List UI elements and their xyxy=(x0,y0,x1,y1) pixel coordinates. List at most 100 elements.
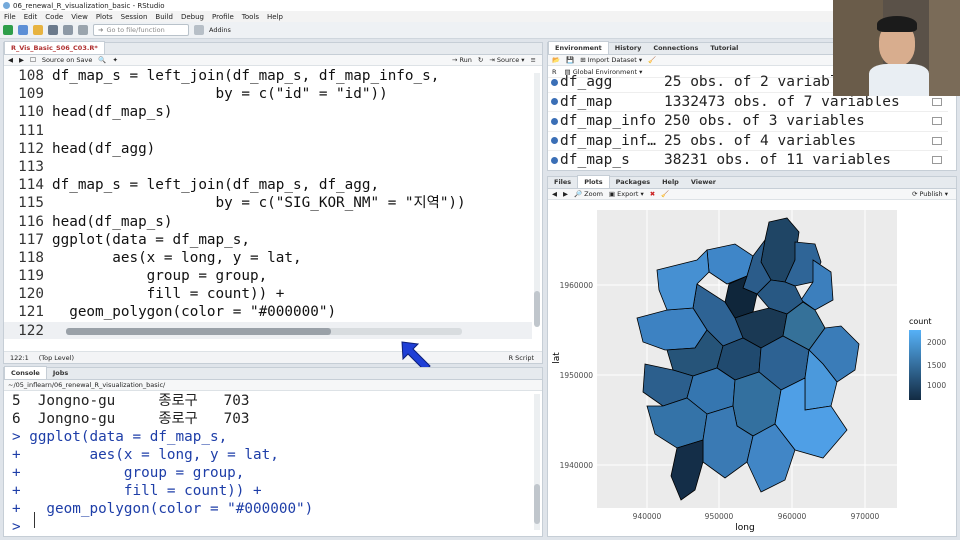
editor-tab[interactable]: R_Vis_Basic_S06_C03.R* xyxy=(4,41,105,54)
code-editor[interactable]: 108 df_map_s = left_join(df_map_s, df_map… xyxy=(4,67,532,339)
code-line[interactable]: 114 df_map_s = left_join(df_map_s, df_agg… xyxy=(4,176,532,194)
menu-debug[interactable]: Debug xyxy=(177,13,208,21)
rerun-icon[interactable]: ↻ xyxy=(478,56,483,64)
code-text: fill = count)) + xyxy=(52,286,285,303)
clear-plots-icon[interactable]: 🧹 xyxy=(661,190,669,198)
tab-packages[interactable]: Packages xyxy=(610,176,656,188)
tab-tutorial[interactable]: Tutorial xyxy=(704,42,744,54)
console-output[interactable]: 5 Jongno-gu 종로구 703 6 Jongno-gu 종로구 703 > … xyxy=(4,392,532,536)
legend-tick-label: 2000 xyxy=(927,338,946,347)
code-line[interactable]: 115 by = c("SIG_KOR_NM" = "지역")) xyxy=(4,194,532,212)
expand-icon[interactable] xyxy=(548,132,560,151)
code-line[interactable]: 112 head(df_agg) xyxy=(4,140,532,158)
tab-plots[interactable]: Plots xyxy=(577,175,610,188)
code-line[interactable]: 117 ggplot(data = df_map_s, xyxy=(4,231,532,249)
code-line[interactable]: 120 fill = count)) + xyxy=(4,285,532,303)
code-text: head(df_map_s) xyxy=(52,213,173,230)
tab-connections[interactable]: Connections xyxy=(647,42,704,54)
legend-title: count xyxy=(909,317,932,326)
tab-viewer[interactable]: Viewer xyxy=(685,176,722,188)
open-file-icon[interactable] xyxy=(33,25,43,35)
export-button[interactable]: ▣ Export ▾ xyxy=(609,190,644,198)
search-icon[interactable]: 🔍 xyxy=(98,56,106,64)
code-line[interactable]: 108 df_map_s = left_join(df_map_s, df_map… xyxy=(4,67,532,85)
code-line[interactable]: 121 geom_polygon(color = "#000000") xyxy=(4,303,532,321)
next-plot-icon[interactable]: ▶ xyxy=(563,190,568,198)
console-vertical-scrollbar[interactable] xyxy=(534,394,540,530)
menu-build[interactable]: Build xyxy=(151,13,177,21)
environment-row[interactable]: df_map_info 250 obs. of 3 variables xyxy=(548,112,948,132)
save-workspace-icon[interactable]: 💾 xyxy=(566,56,574,64)
print-icon[interactable] xyxy=(78,25,88,35)
code-line[interactable]: 110 head(df_map_s) xyxy=(4,103,532,121)
menu-plots[interactable]: Plots xyxy=(92,13,117,21)
code-line[interactable]: 113 xyxy=(4,158,532,176)
prev-plot-icon[interactable]: ◀ xyxy=(552,190,557,198)
tab-help[interactable]: Help xyxy=(656,176,685,188)
x-axis-label: long xyxy=(735,523,754,533)
code-line[interactable]: 118 aes(x = long, y = lat, xyxy=(4,249,532,267)
presenter-hair xyxy=(877,16,917,32)
expand-icon[interactable] xyxy=(548,93,560,112)
menu-tools[interactable]: Tools xyxy=(238,13,263,21)
outline-icon[interactable]: ≡ xyxy=(531,56,536,64)
environment-row[interactable]: df_map_inf… 25 obs. of 4 variables xyxy=(548,132,948,151)
environment-row[interactable]: df_map_s 38231 obs. of 11 variables xyxy=(548,151,948,170)
console-path[interactable]: ~/05_inflearn/06_renewal_R_visualization… xyxy=(8,381,165,389)
editor-tabstrip: R_Vis_Basic_S06_C03.R* xyxy=(4,41,542,55)
expand-icon[interactable] xyxy=(548,151,560,170)
save-icon[interactable] xyxy=(48,25,58,35)
goto-file-input[interactable]: ➜ Go to file/function xyxy=(93,24,189,36)
menu-session[interactable]: Session xyxy=(117,13,152,21)
tab-jobs[interactable]: Jobs xyxy=(47,367,74,379)
editor-horizontal-scrollbar[interactable] xyxy=(66,328,462,335)
menu-profile[interactable]: Profile xyxy=(208,13,238,21)
scope-indicator[interactable]: (Top Level) xyxy=(39,354,74,362)
console-line: 6 Jongno-gu 종로구 703 xyxy=(12,411,250,427)
variable-name: df_map xyxy=(560,93,613,110)
expand-icon[interactable] xyxy=(548,73,560,92)
code-line[interactable]: 116 head(df_map_s) xyxy=(4,213,532,231)
console-vscroll-thumb[interactable] xyxy=(534,484,540,524)
code-line[interactable]: 111 xyxy=(4,122,532,140)
remove-plot-icon[interactable]: ✖ xyxy=(650,190,655,198)
zoom-label: Zoom xyxy=(584,190,603,198)
code-text: head(df_agg) xyxy=(52,140,156,157)
view-grid-icon[interactable] xyxy=(932,136,942,145)
load-workspace-icon[interactable]: 📂 xyxy=(552,56,560,64)
menu-code[interactable]: Code xyxy=(41,13,67,21)
source-button[interactable]: ⇥ Source ▾ xyxy=(489,56,524,64)
tab-history[interactable]: History xyxy=(609,42,648,54)
tab-environment[interactable]: Environment xyxy=(548,41,609,54)
code-line[interactable]: 119 group = group, xyxy=(4,267,532,285)
source-on-save-checkbox[interactable]: ☐ xyxy=(30,56,36,64)
view-grid-icon[interactable] xyxy=(932,117,942,125)
menu-file[interactable]: File xyxy=(0,13,20,21)
forward-arrow-icon[interactable]: ▶ xyxy=(19,56,24,64)
publish-button[interactable]: ⟳ Publish ▾ xyxy=(912,190,948,198)
run-button[interactable]: → Run xyxy=(452,56,472,64)
view-grid-icon[interactable] xyxy=(932,156,942,164)
new-project-icon[interactable] xyxy=(18,25,28,35)
import-dataset-button[interactable]: ⊞ Import Dataset ▾ xyxy=(580,56,642,64)
tab-console[interactable]: Console xyxy=(4,366,47,379)
editor-vertical-scrollbar[interactable] xyxy=(534,73,540,327)
menu-help[interactable]: Help xyxy=(263,13,287,21)
addins-menu[interactable]: Addins xyxy=(209,26,231,34)
tab-files[interactable]: Files xyxy=(548,176,577,188)
broom-icon[interactable]: 🧹 xyxy=(648,56,656,64)
editor-vscroll-thumb[interactable] xyxy=(534,291,540,327)
file-type-indicator[interactable]: R Script xyxy=(509,354,534,362)
editor-hscroll-thumb[interactable] xyxy=(66,328,332,335)
menu-view[interactable]: View xyxy=(67,13,92,21)
new-file-icon[interactable] xyxy=(3,25,13,35)
view-grid-icon[interactable] xyxy=(932,97,942,106)
zoom-button[interactable]: 🔎 Zoom xyxy=(574,190,603,198)
code-line[interactable]: 109 by = c("id" = "id")) xyxy=(4,85,532,103)
back-arrow-icon[interactable]: ◀ xyxy=(8,56,13,64)
wand-icon[interactable]: ✦ xyxy=(112,56,117,64)
menu-edit[interactable]: Edit xyxy=(20,13,42,21)
save-all-icon[interactable] xyxy=(63,25,73,35)
grid-layout-icon[interactable] xyxy=(194,25,204,35)
expand-icon[interactable] xyxy=(548,112,560,131)
